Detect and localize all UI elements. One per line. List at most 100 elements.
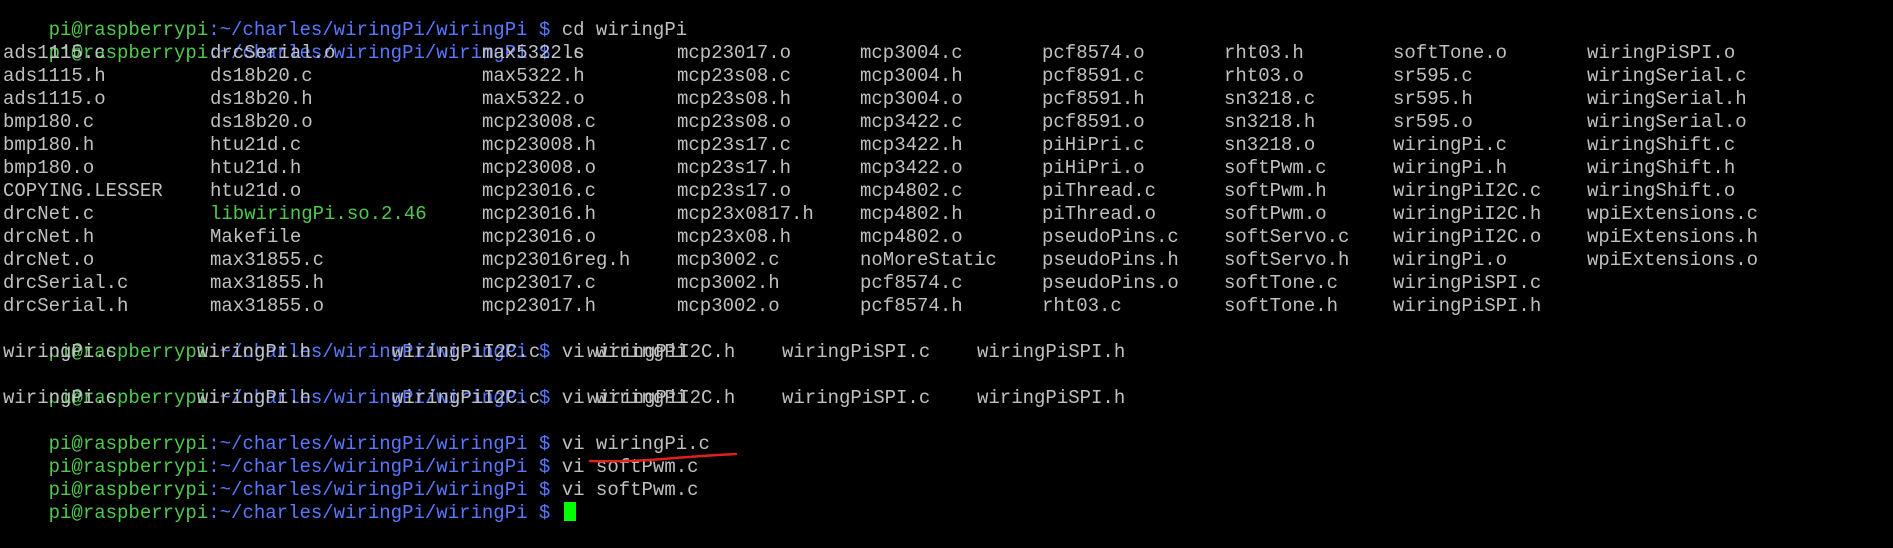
- file-entry: mcp3004.h: [860, 65, 963, 87]
- file-entry: Makefile: [210, 226, 302, 248]
- file-entry: wiringPiSPI.o: [1587, 42, 1736, 64]
- file-entry: softPwm.h: [1224, 180, 1327, 202]
- file-entry: mcp3002.h: [677, 272, 780, 294]
- completion-entry: wiringPiSPI.c: [782, 341, 931, 363]
- file-entry: pcf8591.o: [1042, 111, 1145, 133]
- file-entry: softPwm.o: [1224, 203, 1327, 225]
- file-entry: noMoreStatic: [860, 249, 997, 271]
- file-entry: mcp3002.o: [677, 295, 780, 317]
- text-cursor[interactable]: [563, 502, 576, 521]
- file-entry: wiringShift.h: [1587, 157, 1736, 179]
- file-entry: wiringPiSPI.h: [1393, 295, 1542, 317]
- file-entry: pseudoPins.h: [1042, 249, 1179, 271]
- file-entry: max5322.o: [482, 88, 585, 110]
- ls-row: ads1115.o ds18b20.h max5322.o mcp23s08.h mcp…: [0, 88, 1893, 111]
- file-entry: mcp23s17.h: [677, 157, 792, 179]
- file-entry: pcf8591.h: [1042, 88, 1145, 110]
- file-entry: pseudoPins.o: [1042, 272, 1179, 294]
- prompt-line: pi@raspberrypi:~/charles/wiringPi/wiring…: [3, 456, 699, 501]
- file-entry: bmp180.o: [3, 157, 95, 179]
- completion-entry: wiringPiSPI.c: [782, 387, 931, 409]
- file-entry: mcp23s17.c: [677, 134, 792, 156]
- file-entry: sn3218.c: [1224, 88, 1316, 110]
- file-entry: mcp23s08.h: [677, 88, 792, 110]
- ls-row: ads1115.c drcSerial.o max5322.c mcp23017.o m…: [0, 42, 1893, 65]
- file-entry: softServo.h: [1224, 249, 1350, 271]
- file-entry: sr595.o: [1393, 111, 1473, 133]
- file-entry: wiringShift.c: [1587, 134, 1736, 156]
- file-entry: sn3218.o: [1224, 134, 1316, 156]
- file-entry: mcp23017.c: [482, 272, 597, 294]
- file-entry: wiringSerial.h: [1587, 88, 1747, 110]
- ls-row: drcSerial.h max31855.o mcp23017.h mcp3002.o…: [0, 295, 1893, 318]
- file-entry: sn3218.h: [1224, 111, 1316, 133]
- completion-entry: wiringPi.h: [197, 387, 312, 409]
- file-entry: mcp23x0817.h: [677, 203, 814, 225]
- ls-row: drcNet.o max31855.c mcp23016reg.h mcp3002.c…: [0, 249, 1893, 272]
- completion-entry: wiringPi.c: [3, 341, 118, 363]
- file-entry: wiringShift.o: [1587, 180, 1736, 202]
- file-entry: drcNet.c: [3, 203, 95, 225]
- completion-entry: wiringPiSPI.h: [977, 341, 1126, 363]
- prompt-line: pi@raspberrypi:~/charles/wiringPi/wiring…: [3, 0, 688, 41]
- file-entry: ads1115.o: [3, 88, 106, 110]
- file-entry: wpiExtensions.c: [1587, 203, 1759, 225]
- prompt-line: pi@raspberrypi:~/charles/wiringPi/wiring…: [3, 410, 710, 455]
- terminal-window[interactable]: pi@raspberrypi:~/charles/wiringPi/wiring…: [0, 0, 1893, 524]
- file-entry: mcp23s08.c: [677, 65, 792, 87]
- file-entry: pcf8591.c: [1042, 65, 1145, 87]
- file-entry: mcp3002.c: [677, 249, 780, 271]
- file-entry: mcp23016reg.h: [482, 249, 631, 271]
- file-entry: wpiExtensions.h: [1587, 226, 1759, 248]
- file-entry: libwiringPi.so.2.46: [210, 203, 427, 225]
- file-entry: bmp180.c: [3, 111, 95, 133]
- file-entry: max31855.h: [210, 272, 325, 294]
- file-entry: drcSerial.h: [3, 295, 129, 317]
- file-entry: mcp23s08.o: [677, 111, 792, 133]
- command-text: [550, 502, 561, 524]
- prompt-line: pi@raspberrypi:~/charles/wiringPi/wiring…: [3, 364, 688, 409]
- file-entry: wiringPiI2C.h: [1393, 203, 1542, 225]
- completion-entry: wiringPiSPI.h: [977, 387, 1126, 409]
- file-entry: wiringPi.h: [1393, 157, 1508, 179]
- ls-row: ads1115.h ds18b20.c max5322.h mcp23s08.c mcp…: [0, 65, 1893, 88]
- ls-row: drcSerial.c max31855.h mcp23017.c mcp3002.h…: [0, 272, 1893, 295]
- ls-row: bmp180.c ds18b20.o mcp23008.c mcp23s08.o mcp…: [0, 111, 1893, 134]
- file-entry: pcf8574.c: [860, 272, 963, 294]
- ls-row: drcNet.h Makefile mcp23016.o mcp23x08.h mcp4…: [0, 226, 1893, 249]
- file-entry: mcp23017.h: [482, 295, 597, 317]
- file-entry: mcp23016.h: [482, 203, 597, 225]
- file-entry: mcp3004.o: [860, 88, 963, 110]
- file-entry: wiringPi.c: [1393, 134, 1508, 156]
- file-entry: piThread.c: [1042, 180, 1157, 202]
- file-entry: mcp3422.o: [860, 157, 963, 179]
- file-entry: ads1115.h: [3, 65, 106, 87]
- prompt-line: pi@raspberrypi:~/charles/wiringPi/wiring…: [3, 19, 585, 64]
- file-entry: softTone.o: [1393, 42, 1508, 64]
- file-entry: bmp180.h: [3, 134, 95, 156]
- file-entry: sr595.c: [1393, 65, 1473, 87]
- file-entry: mcp23016.c: [482, 180, 597, 202]
- file-entry: piThread.o: [1042, 203, 1157, 225]
- file-entry: softServo.c: [1224, 226, 1350, 248]
- file-entry: mcp23008.o: [482, 157, 597, 179]
- completion-entry: wiringPiI2C.h: [587, 387, 736, 409]
- file-entry: rht03.o: [1224, 65, 1304, 87]
- ls-row: bmp180.o htu21d.h mcp23008.o mcp23s17.h mcp3…: [0, 157, 1893, 180]
- file-entry: softTone.h: [1224, 295, 1339, 317]
- completion-entry: wiringPi.c: [3, 387, 118, 409]
- file-entry: pcf8574.o: [1042, 42, 1145, 64]
- file-entry: mcp3422.h: [860, 134, 963, 156]
- file-entry: softPwm.c: [1224, 157, 1327, 179]
- prompt-user: pi@raspberrypi: [48, 502, 209, 524]
- file-entry: htu21d.o: [210, 180, 302, 202]
- ls-row: drcNet.c libwiringPi.so.2.46 mcp23016.h mcp…: [0, 203, 1893, 226]
- file-entry: wpiExtensions.o: [1587, 249, 1759, 271]
- file-entry: piHiPri.o: [1042, 157, 1145, 179]
- ls-row: COPYING.LESSER htu21d.o mcp23016.c mcp23s17…: [0, 180, 1893, 203]
- file-entry: pcf8574.h: [860, 295, 963, 317]
- file-entry: mcp23017.o: [677, 42, 792, 64]
- file-entry: htu21d.c: [210, 134, 302, 156]
- file-entry: rht03.c: [1042, 295, 1122, 317]
- prompt-line-active[interactable]: pi@raspberrypi:~/charles/wiringPi/wiring…: [3, 479, 576, 524]
